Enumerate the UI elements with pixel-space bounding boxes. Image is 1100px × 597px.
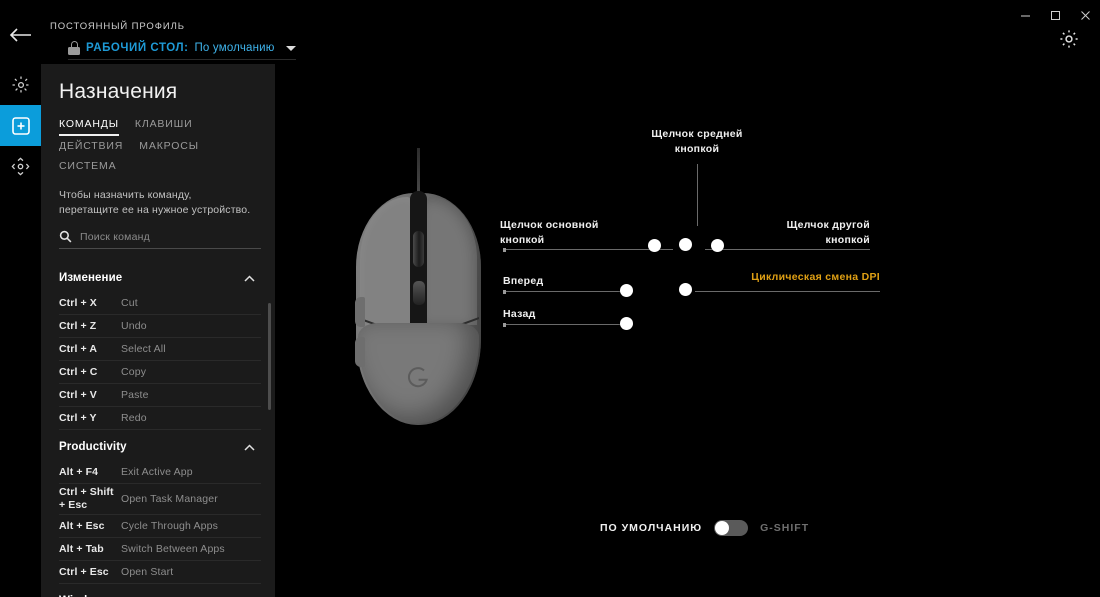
mouse-left-button[interactable] bbox=[360, 197, 416, 325]
tab-commands[interactable]: КОМАНДЫ bbox=[59, 118, 119, 136]
label-dpi-cycle[interactable]: Циклическая смена DPI bbox=[745, 270, 880, 285]
list-item[interactable]: Alt + Tab Switch Between Apps bbox=[59, 538, 261, 561]
leader-middle-click bbox=[697, 164, 698, 226]
row-desc: Exit Active App bbox=[121, 465, 193, 478]
assign-dot-forward[interactable] bbox=[620, 284, 633, 297]
list-item[interactable]: Alt + F4 Exit Active App bbox=[59, 461, 261, 484]
group-header-productivity[interactable]: Productivity bbox=[41, 430, 275, 461]
gshift-switch[interactable] bbox=[714, 520, 749, 536]
icon-rail bbox=[0, 64, 41, 597]
row-keys: Alt + Esc bbox=[59, 519, 105, 532]
gshift-toggle-group: ПО УМОЛЧАНИЮ G-SHIFT bbox=[600, 520, 809, 536]
row-keys: Ctrl + Shift + Esc bbox=[59, 486, 114, 511]
assignments-panel: Назначения КОМАНДЫ КЛАВИШИ ДЕЙСТВИЯ МАКР… bbox=[41, 64, 275, 597]
row-desc: Redo bbox=[121, 411, 147, 424]
list-scrollbar[interactable] bbox=[268, 303, 271, 410]
list-item[interactable]: Ctrl + Z Undo bbox=[59, 315, 261, 338]
mouse-dpi-button[interactable] bbox=[412, 281, 425, 305]
tab-macros[interactable]: МАКРОСЫ bbox=[139, 140, 199, 156]
assign-dot-secondary-click[interactable] bbox=[711, 239, 724, 252]
leader-primary-click bbox=[503, 247, 673, 252]
profile-name: РАБОЧИЙ СТОЛ: bbox=[86, 42, 189, 54]
list-item[interactable]: Ctrl + V Paste bbox=[59, 384, 261, 407]
leader-forward bbox=[503, 289, 633, 294]
command-list[interactable]: Изменение Ctrl + X Cut Ctrl + Z Undo Ctr… bbox=[41, 261, 275, 597]
profile-header: ПОСТОЯННЫЙ ПРОФИЛЬ РАБОЧИЙ СТОЛ: По умол… bbox=[50, 21, 310, 60]
row-keys: Alt + Tab bbox=[59, 542, 104, 555]
logitech-g-logo-icon bbox=[402, 361, 434, 393]
row-desc: Cut bbox=[121, 296, 138, 309]
tab-actions[interactable]: ДЕЙСТВИЯ bbox=[59, 140, 123, 156]
search-icon bbox=[59, 230, 72, 243]
rail-item-sensitivity[interactable] bbox=[0, 146, 41, 187]
label-secondary-click[interactable]: Щелчок другой кнопкой bbox=[745, 218, 870, 248]
group-header-windows[interactable]: Windows bbox=[41, 584, 275, 597]
row-desc: Switch Between Apps bbox=[121, 542, 225, 555]
row-keys: Ctrl + Esc bbox=[59, 565, 109, 578]
row-keys: Ctrl + V bbox=[59, 388, 97, 401]
tab-keys[interactable]: КЛАВИШИ bbox=[135, 118, 193, 136]
list-item[interactable]: Alt + Esc Cycle Through Apps bbox=[59, 515, 261, 538]
leader-back bbox=[503, 322, 633, 327]
assign-dot-dpi-cycle[interactable] bbox=[679, 283, 692, 296]
mouse-cable bbox=[417, 148, 420, 196]
label-middle-click[interactable]: Щелчок средней кнопкой bbox=[642, 127, 752, 157]
row-keys: Ctrl + Y bbox=[59, 411, 97, 424]
group-header-izmenenie[interactable]: Изменение bbox=[41, 261, 275, 292]
rail-item-lighting[interactable] bbox=[0, 64, 41, 105]
list-item[interactable]: Ctrl + Y Redo bbox=[59, 407, 261, 430]
profile-kicker: ПОСТОЯННЫЙ ПРОФИЛЬ bbox=[50, 21, 185, 32]
rail-item-assignments[interactable] bbox=[0, 105, 41, 146]
mouse-illustration bbox=[355, 148, 481, 425]
list-item[interactable]: Ctrl + X Cut bbox=[59, 292, 261, 315]
row-desc: Cycle Through Apps bbox=[121, 519, 219, 532]
assign-dot-middle-click[interactable] bbox=[679, 238, 692, 251]
row-keys: Ctrl + C bbox=[59, 365, 98, 378]
search-field[interactable] bbox=[59, 230, 261, 249]
row-keys: Ctrl + Z bbox=[59, 319, 97, 332]
group-title: Productivity bbox=[59, 441, 127, 453]
gshift-default-label[interactable]: ПО УМОЛЧАНИЮ bbox=[600, 522, 702, 534]
gshift-shift-label[interactable]: G-SHIFT bbox=[760, 522, 809, 534]
list-item[interactable]: Ctrl + C Copy bbox=[59, 361, 261, 384]
mouse-scroll-wheel[interactable] bbox=[413, 231, 424, 267]
chevron-up-icon[interactable] bbox=[244, 274, 255, 282]
row-keys: Ctrl + X bbox=[59, 296, 97, 309]
row-keys: Alt + F4 bbox=[59, 465, 99, 478]
row-desc: Open Task Manager bbox=[121, 492, 218, 505]
row-desc: Paste bbox=[121, 388, 149, 401]
profile-value: По умолчанию bbox=[194, 42, 275, 54]
label-forward[interactable]: Вперед bbox=[503, 274, 543, 289]
row-desc: Undo bbox=[121, 319, 147, 332]
tab-system[interactable]: СИСТЕМА bbox=[59, 160, 116, 176]
row-desc: Select All bbox=[121, 342, 166, 355]
drag-hint: Чтобы назначить команду, перетащите ее н… bbox=[59, 189, 251, 216]
row-desc: Copy bbox=[121, 365, 147, 378]
list-item[interactable]: Ctrl + Shift + Esc Open Task Manager bbox=[59, 484, 261, 515]
back-arrow-icon[interactable] bbox=[8, 26, 38, 50]
group-title: Изменение bbox=[59, 272, 123, 284]
assign-dot-primary-click[interactable] bbox=[648, 239, 661, 252]
mouse-right-button[interactable] bbox=[422, 197, 477, 325]
device-stage: Щелчок средней кнопкой Щелчок основной к… bbox=[275, 0, 1100, 597]
lock-icon bbox=[68, 41, 80, 55]
label-primary-click[interactable]: Щелчок основной кнопкой bbox=[500, 218, 630, 248]
list-item[interactable]: Ctrl + Esc Open Start bbox=[59, 561, 261, 584]
leader-dpi-cycle bbox=[695, 291, 880, 292]
profile-selector[interactable]: РАБОЧИЙ СТОЛ: По умолчанию bbox=[68, 37, 296, 60]
mouse-side-buttons[interactable] bbox=[355, 297, 366, 371]
page-title: Назначения bbox=[59, 80, 178, 103]
label-back[interactable]: Назад bbox=[503, 307, 536, 322]
gshift-switch-knob bbox=[715, 521, 730, 535]
assign-dot-back[interactable] bbox=[620, 317, 633, 330]
chevron-up-icon[interactable] bbox=[244, 443, 255, 451]
search-input[interactable] bbox=[80, 230, 261, 243]
list-item[interactable]: Ctrl + A Select All bbox=[59, 338, 261, 361]
row-desc: Open Start bbox=[121, 565, 174, 578]
row-keys: Ctrl + A bbox=[59, 342, 98, 355]
panel-tabs: КОМАНДЫ КЛАВИШИ ДЕЙСТВИЯ МАКРОСЫ СИСТЕМА bbox=[41, 104, 255, 176]
leader-secondary-click bbox=[705, 249, 870, 250]
